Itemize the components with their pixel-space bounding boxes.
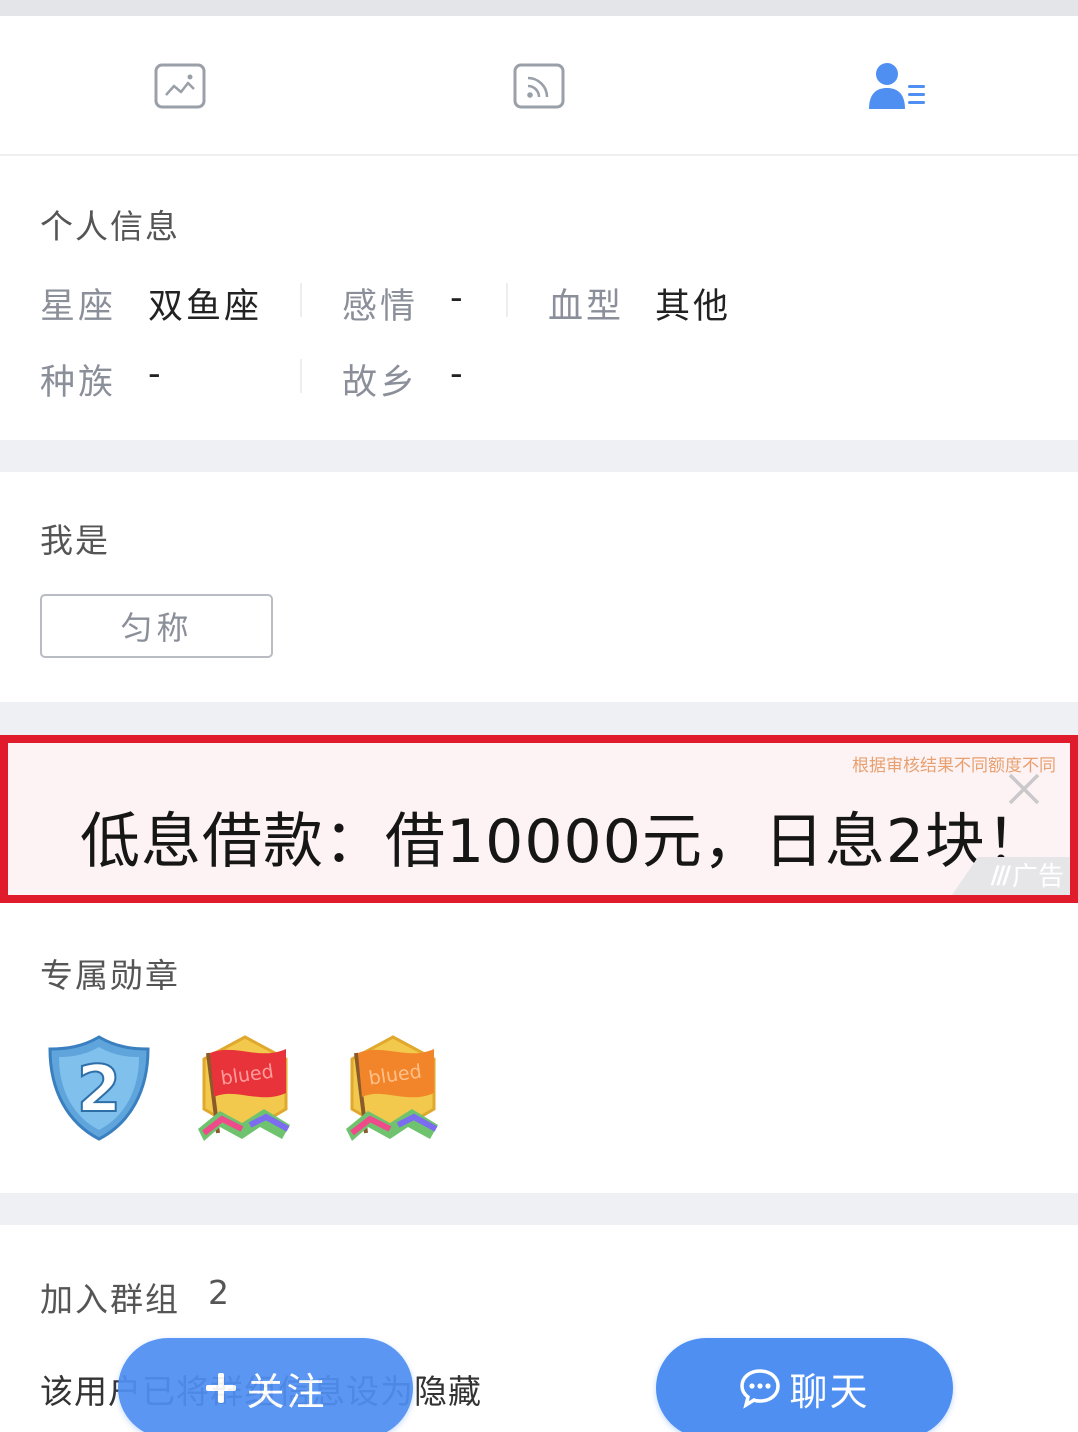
divider	[300, 359, 302, 393]
section-gap	[0, 702, 1078, 735]
profile-tab-bar	[0, 16, 1078, 156]
chat-button[interactable]: 聊天	[656, 1338, 953, 1432]
groups-count: 2	[208, 1273, 229, 1312]
top-strip	[0, 0, 1078, 16]
feed-rss-icon	[513, 63, 565, 109]
zodiac-value: 双鱼座	[148, 287, 263, 327]
i-am-section: 我是 匀称	[0, 472, 1078, 702]
ad-headline: 低息借款：借10000元，日息2块！	[80, 807, 1048, 877]
divider	[506, 283, 508, 317]
relationship-label: 感情	[342, 287, 419, 327]
ad-logo-icon: ///	[990, 861, 1011, 889]
blued-red-flag-badge-icon[interactable]: blued	[190, 1033, 300, 1149]
chat-bubble-icon	[739, 1367, 781, 1409]
ethnicity-label: 种族	[40, 363, 117, 403]
follow-button[interactable]: 关注	[118, 1338, 413, 1432]
badges-section: 专属勋章 2 blued blued	[0, 903, 1078, 1193]
groups-label: 加入群组	[40, 1280, 180, 1319]
svg-text:2: 2	[77, 1053, 122, 1127]
tab-profile[interactable]	[718, 16, 1077, 156]
section-gap	[0, 1193, 1078, 1225]
divider	[300, 283, 302, 317]
blued-orange-flag-badge-icon[interactable]: blued	[338, 1033, 448, 1149]
i-am-title: 我是	[40, 521, 110, 560]
body-type-tag: 匀称	[40, 594, 273, 658]
ethnicity-value: -	[148, 354, 164, 394]
level-2-shield-badge-icon[interactable]: 2	[44, 1033, 154, 1147]
badges-title: 专属勋章	[40, 956, 180, 995]
section-gap	[0, 440, 1078, 472]
tab-feed[interactable]	[359, 16, 718, 156]
personal-info-title: 个人信息	[40, 207, 180, 246]
relationship-value: -	[450, 278, 466, 318]
blood-type-value: 其他	[655, 287, 732, 327]
zodiac-label: 星座	[40, 287, 117, 327]
ad-banner[interactable]: 根据审核结果不同额度不同 低息借款：借10000元，日息2块！ /// 广告	[0, 735, 1078, 903]
hometown-label: 故乡	[342, 363, 419, 403]
ad-label: 广告	[1011, 862, 1064, 892]
follow-label: 关注	[246, 1369, 327, 1414]
photo-album-icon	[154, 63, 206, 109]
chat-label: 聊天	[789, 1369, 870, 1414]
user-profile-icon	[867, 61, 929, 111]
tab-photos[interactable]	[0, 16, 359, 156]
blood-type-label: 血型	[548, 287, 625, 327]
personal-info-section: 个人信息 星座 双鱼座 感情 - 血型 其他 种族 - 故乡 -	[0, 158, 1078, 440]
hometown-value: -	[450, 354, 466, 394]
plus-icon	[204, 1371, 238, 1405]
